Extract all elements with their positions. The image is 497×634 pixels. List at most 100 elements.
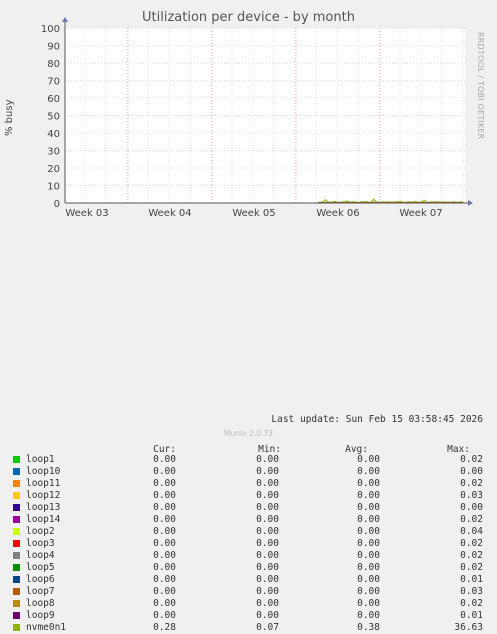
legend-value-min: 0.00 xyxy=(256,550,279,561)
legend-series-name: loop11 xyxy=(26,478,61,489)
legend-swatch xyxy=(13,540,20,547)
y-tick-label: 30 xyxy=(47,147,60,158)
legend-series-name: loop13 xyxy=(26,502,61,513)
legend-value-max: 0.02 xyxy=(460,514,483,525)
legend-value-cur: 0.00 xyxy=(153,466,176,477)
legend-value-max: 0.00 xyxy=(460,502,483,513)
legend-value-avg: 0.00 xyxy=(357,526,380,537)
legend-value-avg: 0.00 xyxy=(357,574,380,585)
legend-value-max: 0.01 xyxy=(460,610,483,621)
legend-series-name: loop8 xyxy=(26,598,55,609)
legend-value-min: 0.00 xyxy=(256,526,279,537)
x-tick-label: Week 06 xyxy=(316,208,359,219)
legend-value-avg: 0.00 xyxy=(357,454,380,465)
legend-value-min: 0.00 xyxy=(256,502,279,513)
legend-series-name: loop5 xyxy=(26,562,55,573)
legend-value-avg: 0.00 xyxy=(357,478,380,489)
legend-value-max: 36.63 xyxy=(454,622,483,633)
y-tick-label: 10 xyxy=(47,182,60,193)
legend-value-min: 0.00 xyxy=(256,538,279,549)
legend-series-name: loop9 xyxy=(26,610,55,621)
y-tick-label: 90 xyxy=(47,42,60,53)
y-tick-label: 60 xyxy=(47,94,60,105)
legend-value-max: 0.02 xyxy=(460,454,483,465)
y-axis-arrow xyxy=(62,17,68,22)
legend-series-name: loop3 xyxy=(26,538,55,549)
x-tick-label: Week 03 xyxy=(65,208,108,219)
legend-value-min: 0.00 xyxy=(256,514,279,525)
legend-value-avg: 0.00 xyxy=(357,466,380,477)
legend-series-name: loop12 xyxy=(26,490,61,501)
legend-value-cur: 0.00 xyxy=(153,514,176,525)
legend-swatch xyxy=(13,516,20,523)
legend-value-max: 0.03 xyxy=(460,586,483,597)
legend-swatch xyxy=(13,564,20,571)
legend-row-loop10: loop10 0.00 0.00 0.00 0.00 xyxy=(0,466,497,478)
legend-row-loop11: loop11 0.00 0.00 0.00 0.02 xyxy=(0,478,497,490)
legend-row-loop12: loop12 0.00 0.00 0.00 0.03 xyxy=(0,490,497,502)
legend-row-loop7: loop7 0.00 0.00 0.00 0.03 xyxy=(0,586,497,598)
legend-value-min: 0.00 xyxy=(256,610,279,621)
munin-graph: Utilization per device - by month % busy… xyxy=(0,0,497,633)
legend-value-cur: 0.00 xyxy=(153,490,176,501)
legend-series-name: loop14 xyxy=(26,514,61,525)
legend-value-cur: 0.28 xyxy=(153,622,176,633)
legend-row-nvme0n1: nvme0n1 0.28 0.07 0.38 36.63 xyxy=(0,622,497,634)
legend-value-max: 0.02 xyxy=(460,478,483,489)
x-tick-label: Week 07 xyxy=(399,208,442,219)
legend-value-min: 0.00 xyxy=(256,454,279,465)
y-tick-label: 100 xyxy=(41,24,60,35)
legend-swatch xyxy=(13,492,20,499)
legend-value-cur: 0.00 xyxy=(153,526,176,537)
legend-series-name: loop1 xyxy=(26,454,55,465)
legend-swatch xyxy=(13,528,20,535)
legend-series-name: loop6 xyxy=(26,574,55,585)
legend-value-avg: 0.00 xyxy=(357,502,380,513)
chart-plot: 0 10 20 30 40 50 60 70 80 90 100 Week 03 Week 04 Week… xyxy=(41,17,473,219)
legend-value-min: 0.00 xyxy=(256,562,279,573)
legend-series-name: loop7 xyxy=(26,586,55,597)
legend-value-min: 0.00 xyxy=(256,586,279,597)
legend-series-name: loop4 xyxy=(26,550,55,561)
legend-value-cur: 0.00 xyxy=(153,454,176,465)
x-tick-label: Week 05 xyxy=(232,208,275,219)
legend-value-min: 0.00 xyxy=(256,490,279,501)
legend-value-cur: 0.00 xyxy=(153,502,176,513)
legend-value-avg: 0.00 xyxy=(357,598,380,609)
legend-swatch xyxy=(13,576,20,583)
legend-row-loop13: loop13 0.00 0.00 0.00 0.00 xyxy=(0,502,497,514)
legend-swatch xyxy=(13,612,20,619)
legend-value-avg: 0.00 xyxy=(357,550,380,561)
legend-row-loop6: loop6 0.00 0.00 0.00 0.01 xyxy=(0,574,497,586)
legend-row-loop14: loop14 0.00 0.00 0.00 0.02 xyxy=(0,514,497,526)
legend-row-loop2: loop2 0.00 0.00 0.00 0.04 xyxy=(0,526,497,538)
legend-value-cur: 0.00 xyxy=(153,598,176,609)
legend-value-min: 0.00 xyxy=(256,598,279,609)
legend-row-loop9: loop9 0.00 0.00 0.00 0.01 xyxy=(0,610,497,622)
legend-value-max: 0.02 xyxy=(460,598,483,609)
legend-value-cur: 0.00 xyxy=(153,610,176,621)
y-tick-label: 40 xyxy=(47,129,60,140)
legend-swatch xyxy=(13,624,20,631)
legend-value-avg: 0.00 xyxy=(357,562,380,573)
legend-value-avg: 0.38 xyxy=(357,622,380,633)
legend-swatch xyxy=(13,468,20,475)
legend-swatch xyxy=(13,552,20,559)
legend-row-loop3: loop3 0.00 0.00 0.00 0.02 xyxy=(0,538,497,550)
legend-value-cur: 0.00 xyxy=(153,562,176,573)
legend-value-min: 0.00 xyxy=(256,574,279,585)
legend-value-max: 0.00 xyxy=(460,466,483,477)
legend-value-max: 0.01 xyxy=(460,574,483,585)
legend-row-loop5: loop5 0.00 0.00 0.00 0.02 xyxy=(0,562,497,574)
legend-series-name: loop2 xyxy=(26,526,55,537)
legend-swatch xyxy=(13,588,20,595)
y-tick-label: 70 xyxy=(47,77,60,88)
legend-value-cur: 0.00 xyxy=(153,574,176,585)
legend-value-cur: 0.00 xyxy=(153,586,176,597)
legend-value-avg: 0.00 xyxy=(357,586,380,597)
legend-series-name: nvme0n1 xyxy=(26,622,67,633)
legend-value-avg: 0.00 xyxy=(357,490,380,501)
legend-value-max: 0.02 xyxy=(460,550,483,561)
legend-row-loop8: loop8 0.00 0.00 0.00 0.02 xyxy=(0,598,497,610)
x-tick-label: Week 04 xyxy=(148,208,191,219)
